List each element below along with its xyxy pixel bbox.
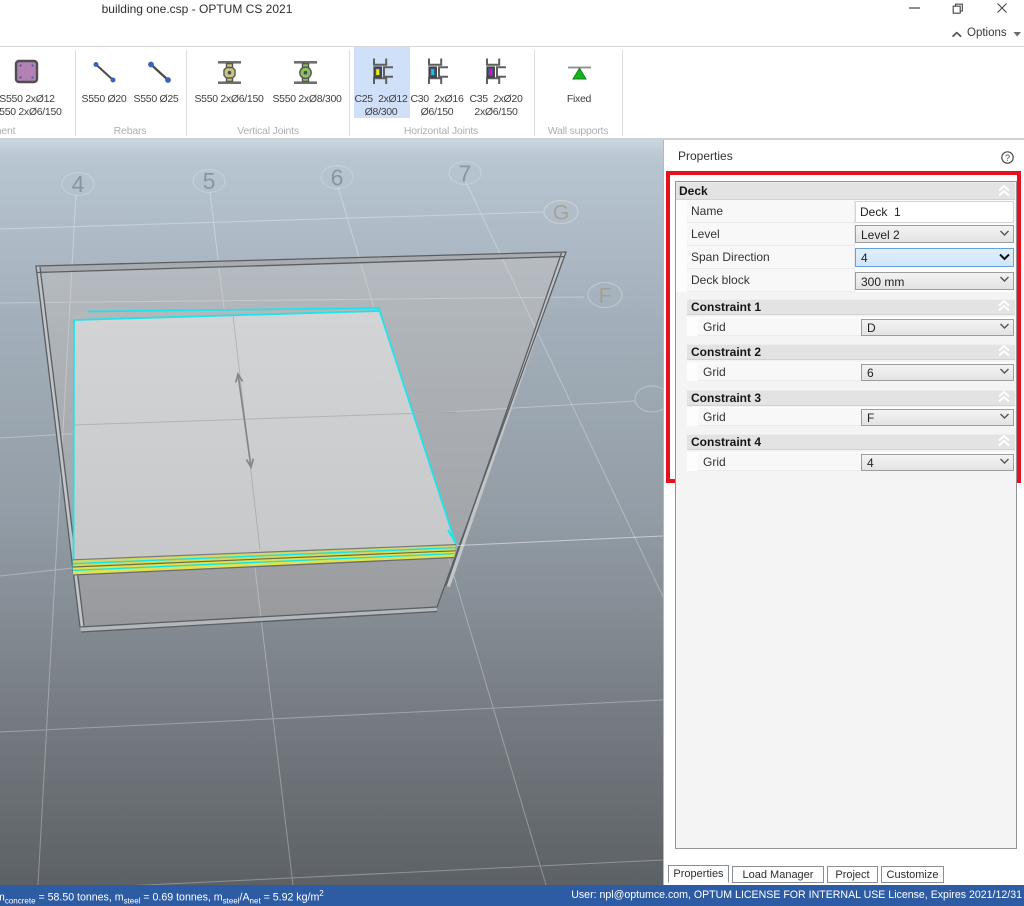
svg-text:4: 4	[72, 171, 85, 197]
svg-text:F: F	[599, 285, 612, 308]
svg-text:G: G	[553, 202, 569, 225]
svg-text:?: ?	[1005, 153, 1010, 164]
svg-text:6: 6	[331, 165, 344, 191]
svg-text:5: 5	[203, 168, 216, 194]
svg-text:7: 7	[459, 161, 472, 187]
